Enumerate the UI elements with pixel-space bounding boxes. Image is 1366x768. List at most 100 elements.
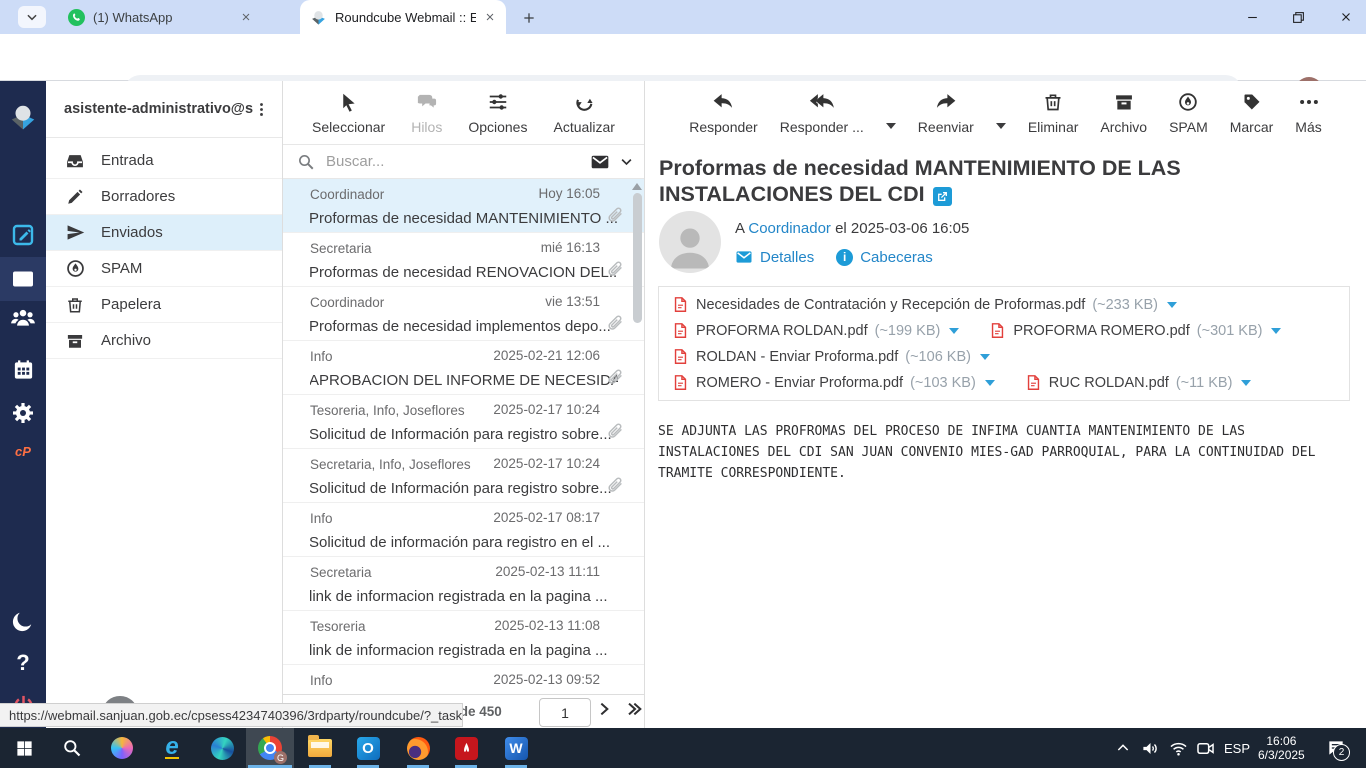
status-bar-link-preview: https://webmail.sanjuan.gob.ec/cpsess423… (0, 703, 463, 727)
row-date: vie 13:51 (545, 294, 600, 309)
message-row[interactable]: Info 2025-02-21 12:06 APROBACION DEL INF… (283, 341, 644, 395)
acrobat-icon[interactable] (442, 728, 490, 768)
language-indicator[interactable]: ESP (1224, 728, 1250, 768)
attachment-menu-caret[interactable] (1167, 302, 1177, 308)
attachment-item[interactable]: RUC ROLDAN.pdf (~11 KB) (1025, 374, 1252, 391)
cpanel-button[interactable]: cP (0, 429, 46, 473)
dark-mode-button[interactable] (0, 599, 46, 643)
message-row[interactable]: Secretaria mié 16:13 Proformas de necesi… (283, 233, 644, 287)
roundcube-logo[interactable] (0, 95, 46, 139)
delete-button[interactable]: Eliminar (1028, 90, 1079, 135)
file-explorer-icon[interactable] (296, 728, 344, 768)
message-row[interactable]: Secretaria 2025-02-13 11:11 link de info… (283, 557, 644, 611)
attachment-item[interactable]: Necesidades de Contratación y Recepción … (672, 296, 1177, 313)
rail-contacts-button[interactable] (0, 296, 46, 340)
attachment-menu-caret[interactable] (1271, 328, 1281, 334)
firefox-icon[interactable] (394, 728, 442, 768)
scrollbar-thumb[interactable] (633, 193, 642, 323)
pdf-file-icon (672, 374, 689, 391)
page-input[interactable] (539, 698, 591, 727)
taskbar-search-button[interactable] (48, 728, 96, 768)
word-icon[interactable]: W (492, 728, 540, 768)
copilot-icon[interactable] (98, 728, 146, 768)
options-button[interactable]: Opciones (468, 90, 527, 135)
reply-all-button[interactable]: Responder ... (780, 90, 864, 135)
more-button[interactable]: Más (1295, 90, 1321, 135)
attachment-item[interactable]: PROFORMA ROMERO.pdf (~301 KB) (989, 322, 1281, 339)
notification-center-button[interactable]: 2 (1326, 728, 1346, 768)
tab-roundcube[interactable]: Roundcube Webmail :: Enviados (300, 0, 506, 34)
message-row[interactable]: Info 2025-02-13 09:52 (283, 665, 644, 694)
list-scrollbar[interactable] (633, 181, 642, 691)
refresh-button[interactable]: Actualizar (553, 90, 614, 135)
tray-overflow-chevron[interactable] (1115, 728, 1131, 768)
forward-icon (935, 90, 957, 114)
row-date: 2025-02-13 09:52 (493, 672, 600, 687)
next-page-button[interactable] (596, 701, 612, 717)
row-date: 2025-02-17 08:17 (493, 510, 600, 525)
account-menu-button[interactable] (253, 101, 270, 118)
rail-calendar-button[interactable] (0, 347, 46, 391)
message-body: SE ADJUNTA LAS PROFROMAS DEL PROCESO DE … (658, 421, 1334, 484)
search-input[interactable] (324, 152, 581, 171)
wifi-icon[interactable] (1169, 728, 1188, 768)
attachment-item[interactable]: ROMERO - Enviar Proforma.pdf (~103 KB) (672, 374, 995, 391)
attachment-menu-caret[interactable] (949, 328, 959, 334)
meet-now-icon[interactable] (1196, 728, 1215, 768)
attachment-menu-caret[interactable] (1241, 380, 1251, 386)
folder-item-entrada[interactable]: Entrada (46, 143, 282, 179)
refresh-label: Actualizar (553, 119, 614, 135)
last-page-button[interactable] (624, 701, 644, 717)
outlook-icon[interactable]: O (344, 728, 392, 768)
message-row[interactable]: Tesoreria 2025-02-13 11:08 link de infor… (283, 611, 644, 665)
attachment-item[interactable]: PROFORMA ROLDAN.pdf (~199 KB) (672, 322, 959, 339)
folder-item-archivo[interactable]: Archivo (46, 323, 282, 359)
tab-search-button[interactable] (18, 6, 46, 28)
search-options-chevron-icon[interactable] (619, 154, 634, 169)
window-minimize-button[interactable] (1237, 4, 1267, 30)
message-row[interactable]: Info 2025-02-17 08:17 Solicitud de infor… (283, 503, 644, 557)
window-restore-button[interactable] (1283, 4, 1313, 30)
help-button[interactable]: ? (0, 641, 46, 685)
recipient-link[interactable]: Coordinador (748, 220, 831, 237)
chrome-icon-active[interactable]: G (246, 728, 294, 768)
attachment-menu-caret[interactable] (985, 380, 995, 386)
attachment-menu-caret[interactable] (980, 354, 990, 360)
message-row[interactable]: Coordinador Hoy 16:05 Proformas de neces… (283, 179, 644, 233)
volume-icon[interactable] (1141, 728, 1160, 768)
message-row[interactable]: Tesoreria, Info, Joseflores 2025-02-17 1… (283, 395, 644, 449)
row-date: mié 16:13 (541, 240, 600, 255)
forward-dropdown-caret[interactable] (996, 123, 1006, 129)
message-row[interactable]: Secretaria, Info, Joseflores 2025-02-17 … (283, 449, 644, 503)
message-row[interactable]: Coordinador vie 13:51 Proformas de neces… (283, 287, 644, 341)
archive-button[interactable]: Archivo (1100, 90, 1147, 135)
spam-button[interactable]: SPAM (1169, 90, 1208, 135)
select-button[interactable]: Seleccionar (312, 90, 385, 135)
mark-button[interactable]: Marcar (1230, 90, 1274, 135)
new-tab-button[interactable] (518, 7, 540, 29)
tab-close-icon[interactable] (484, 11, 496, 23)
rail-mail-button[interactable] (0, 257, 46, 301)
folder-item-enviados[interactable]: Enviados (46, 215, 282, 251)
reply-button[interactable]: Responder (689, 90, 758, 135)
tab-close-icon[interactable] (240, 11, 252, 23)
edge-icon[interactable] (198, 728, 246, 768)
search-scope-icon[interactable] (590, 152, 610, 172)
details-toggle[interactable]: Detalles (735, 248, 814, 266)
reply-all-dropdown-caret[interactable] (886, 123, 896, 129)
folder-item-borradores[interactable]: Borradores (46, 179, 282, 215)
window-close-button[interactable] (1331, 4, 1361, 30)
clock[interactable]: 16:066/3/2025 (1258, 728, 1305, 768)
threads-button[interactable]: Hilos (411, 90, 442, 135)
folder-item-papelera[interactable]: Papelera (46, 287, 282, 323)
headers-toggle[interactable]: iCabeceras (836, 248, 933, 266)
folder-item-spam[interactable]: SPAM (46, 251, 282, 287)
attachment-item[interactable]: ROLDAN - Enviar Proforma.pdf (~106 KB) (672, 348, 990, 365)
internet-explorer-icon[interactable]: e (148, 728, 196, 768)
forward-button[interactable]: Reenviar (918, 90, 974, 135)
compose-button[interactable] (0, 213, 46, 257)
subject-text: Proformas de necesidad MANTENIMIENTO DE … (659, 156, 1181, 206)
tab-whatsapp[interactable]: (1) WhatsApp (58, 0, 262, 34)
open-in-new-window-icon[interactable] (933, 187, 952, 206)
start-button[interactable] (0, 728, 48, 768)
